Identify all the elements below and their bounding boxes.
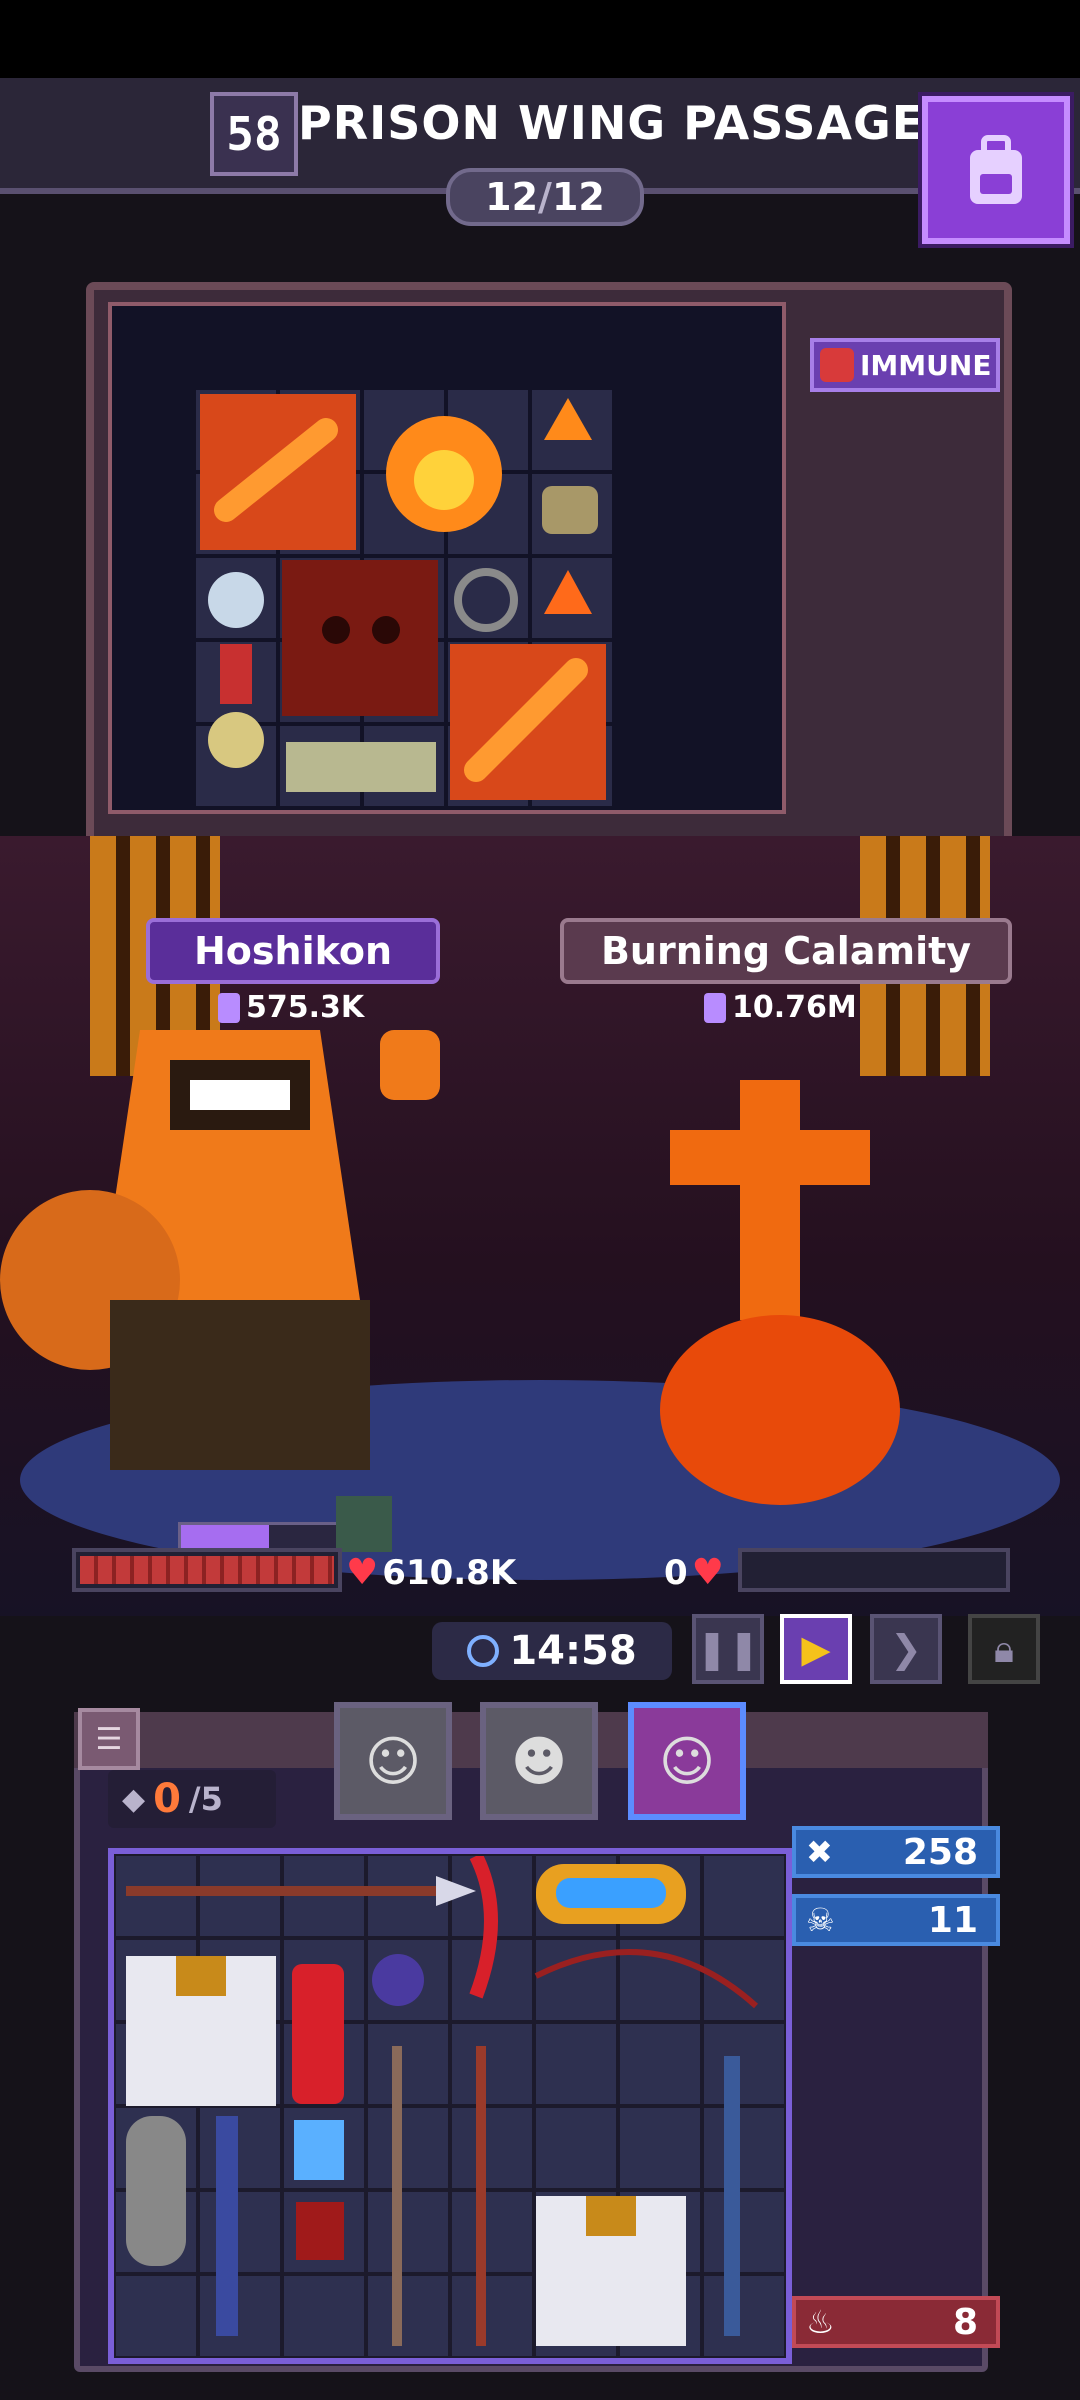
chevron-right-icon: ❯ bbox=[890, 1627, 922, 1671]
dark-orb-icon[interactable] bbox=[372, 1954, 424, 2006]
flame-icon[interactable] bbox=[544, 398, 592, 440]
diamond-icon: ◆ bbox=[122, 1781, 146, 1817]
scroll-icon: ☰ bbox=[95, 1721, 123, 1757]
timer-value: 14:58 bbox=[509, 1628, 637, 1674]
pike-icon[interactable] bbox=[476, 2046, 486, 2346]
sack-icon[interactable] bbox=[542, 486, 598, 534]
battle-timer: 14:58 bbox=[432, 1622, 672, 1680]
lightning-orb-icon[interactable] bbox=[536, 1864, 686, 1924]
skull-icon: ☠ bbox=[806, 1901, 835, 1939]
hero-tab-2[interactable]: ☻ bbox=[480, 1702, 598, 1820]
player-name: Hoshikon bbox=[193, 929, 392, 973]
hero-portrait-icon: ☺ bbox=[658, 1729, 716, 1793]
backpack-icon bbox=[970, 135, 1022, 204]
ring-icon[interactable] bbox=[454, 568, 518, 632]
flame-icon: ♨ bbox=[806, 2303, 835, 2341]
wave-separator: / bbox=[538, 175, 552, 219]
play-button[interactable]: ▶ bbox=[780, 1614, 852, 1684]
backpack-button[interactable] bbox=[922, 96, 1070, 244]
stat-attack: ✖ 258 bbox=[792, 1826, 1000, 1878]
fire-bone-icon[interactable] bbox=[200, 394, 356, 550]
stat-kills: ☠ 11 bbox=[792, 1894, 1000, 1946]
mana-fill bbox=[181, 1525, 269, 1549]
player-name-tag: Hoshikon bbox=[146, 918, 440, 984]
slots-max: /5 bbox=[188, 1780, 223, 1818]
red-scythe-icon[interactable] bbox=[469, 1856, 498, 1999]
hero-tab-3[interactable]: ☺ bbox=[628, 1702, 746, 1820]
player-items-layer bbox=[126, 1856, 759, 2346]
enemy-name-tag: Burning Calamity bbox=[560, 918, 1012, 984]
enemy-hp: 0 ♥ bbox=[664, 1552, 724, 1593]
player-hp-value: 610.8K bbox=[382, 1552, 517, 1593]
stat-burn-value: 8 bbox=[952, 2301, 978, 2343]
heart-icon: ♥ bbox=[691, 1552, 724, 1593]
enemy-hp-bar bbox=[738, 1548, 1010, 1592]
small-flame-icon[interactable] bbox=[544, 570, 592, 614]
enemy-name: Burning Calamity bbox=[600, 929, 972, 973]
level-badge: 58 bbox=[210, 92, 298, 176]
fireball-icon[interactable] bbox=[386, 416, 502, 532]
enemy-power-value: 10.76M bbox=[732, 990, 857, 1025]
stat-burn: ♨ 8 bbox=[792, 2296, 1000, 2348]
potion-icon[interactable] bbox=[208, 572, 264, 628]
red-whip-icon[interactable] bbox=[534, 1949, 759, 2009]
item-slot-counter: ◆ 0 /5 bbox=[108, 1770, 276, 1828]
play-icon: ▶ bbox=[801, 1627, 831, 1671]
enemy-items-layer bbox=[200, 394, 606, 800]
fire-bone-icon-2[interactable] bbox=[450, 644, 606, 800]
player-hp: ♥ 610.8K bbox=[346, 1552, 516, 1593]
wave-current: 12 bbox=[485, 175, 539, 219]
demon-mask-icon[interactable] bbox=[282, 560, 438, 716]
red-potion-icon[interactable] bbox=[292, 1964, 344, 2104]
lock-icon: 🔒︎ bbox=[993, 1626, 1015, 1671]
stat-kills-value: 11 bbox=[927, 1899, 978, 1941]
hero-tab-1[interactable]: ☺ bbox=[334, 1702, 452, 1820]
pause-icon: ❚❚ bbox=[696, 1627, 760, 1671]
rubble-icon[interactable] bbox=[286, 742, 436, 792]
log-button[interactable]: ☰ bbox=[78, 1708, 140, 1770]
hero-portrait-icon: ☺ bbox=[364, 1729, 422, 1793]
silver-armor-icon-2[interactable] bbox=[536, 2196, 686, 2346]
hero-portrait-icon: ☻ bbox=[510, 1729, 568, 1793]
blue-glove-icon[interactable] bbox=[294, 2120, 344, 2180]
bomb-icon bbox=[820, 348, 854, 382]
crossed-swords-icon: ✖ bbox=[806, 1833, 833, 1871]
locked-speed-button[interactable]: 🔒︎ bbox=[968, 1614, 1040, 1684]
silver-armor-icon[interactable] bbox=[126, 1956, 276, 2106]
status-strip bbox=[0, 0, 1080, 78]
wave-total: 12 bbox=[551, 175, 605, 219]
wave-counter: 12/12 bbox=[446, 168, 644, 226]
fast-forward-button[interactable]: ❯ bbox=[870, 1614, 942, 1684]
player-hp-bar bbox=[72, 1548, 342, 1592]
blue-mace-icon[interactable] bbox=[216, 2116, 238, 2336]
stat-attack-value: 258 bbox=[902, 1831, 978, 1873]
grey-shield-icon[interactable] bbox=[126, 2116, 186, 2266]
enemy-power: 10.76M bbox=[704, 990, 857, 1025]
clock-icon bbox=[467, 1635, 500, 1667]
stage-title: PRISON WING PASSAGE bbox=[298, 96, 925, 150]
immune-badge: IMMUNE bbox=[810, 338, 1000, 392]
immune-label: IMMUNE bbox=[860, 348, 992, 382]
slots-used: 0 bbox=[153, 1776, 181, 1822]
player-character bbox=[0, 1030, 440, 1470]
medal-icon[interactable] bbox=[208, 644, 264, 768]
equipped-weapon-icon bbox=[336, 1496, 392, 1552]
enemy-hp-value: 0 bbox=[664, 1552, 688, 1593]
crystal-staff-icon[interactable] bbox=[724, 2056, 740, 2336]
heart-icon: ♥ bbox=[346, 1552, 379, 1593]
player-hp-fill bbox=[80, 1556, 334, 1584]
spear-icon[interactable] bbox=[126, 1876, 476, 1906]
long-spear-icon[interactable] bbox=[392, 2046, 402, 2346]
sword-icon bbox=[704, 992, 726, 1023]
enemy-character bbox=[660, 1080, 900, 1505]
red-gem-icon[interactable] bbox=[296, 2202, 344, 2260]
pause-button[interactable]: ❚❚ bbox=[692, 1614, 764, 1684]
level-number: 58 bbox=[226, 107, 282, 161]
